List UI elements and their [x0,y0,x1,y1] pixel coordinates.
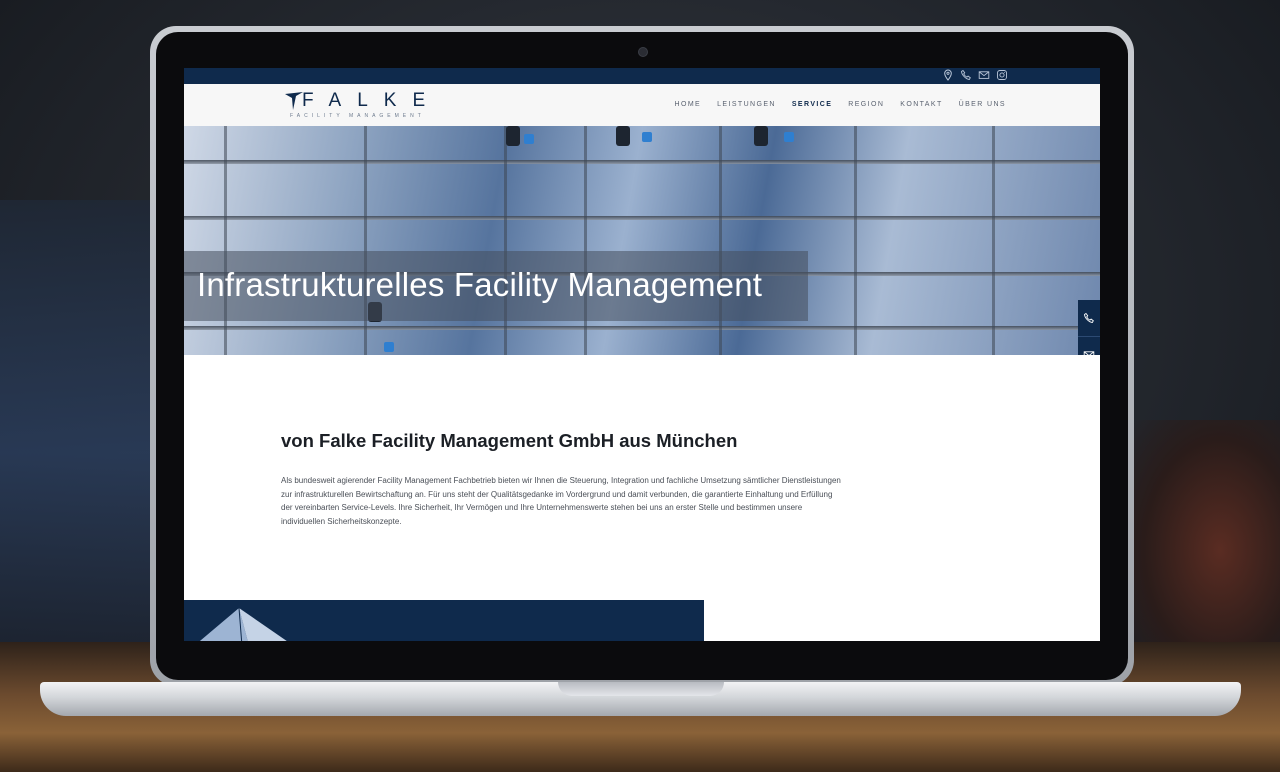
hero-title: Infrastrukturelles Facility Management [197,266,763,303]
content-paragraph: Als bundesweit agierender Facility Manag… [281,476,841,526]
instagram-icon[interactable] [996,69,1008,82]
side-phone-button[interactable] [1078,300,1100,337]
content-subtitle: von Falke Facility Management GmbH aus M… [281,430,738,451]
window-cleaner [506,126,520,146]
facade-column [854,126,857,355]
building-graphic-icon [199,607,287,641]
bottom-teaser-block [184,600,704,641]
nav-service[interactable]: SERVICE [792,101,832,108]
facade-beam [184,216,1100,220]
logo-wordmark: FALKE [302,90,442,111]
website-screen: FALKE FACILITY MANAGEMENT HOME LEISTUNGE… [184,68,1100,641]
camera-icon [638,47,648,57]
window-cleaner [754,126,768,146]
nav-region[interactable]: REGION [848,101,884,108]
mail-icon [1083,351,1095,355]
falcon-logo-icon [285,92,303,110]
window-cleaner [616,126,630,146]
site-header: FALKE FACILITY MANAGEMENT HOME LEISTUNGE… [184,84,1100,126]
facade-beam [184,160,1100,164]
facade-column [992,126,995,355]
background-blur-right [1130,420,1280,680]
main-nav: HOME LEISTUNGEN SERVICE REGION KONTAKT Ü… [675,101,1006,108]
logo-subtitle: FACILITY MANAGEMENT [290,113,425,119]
phone-icon[interactable] [960,69,972,82]
mail-icon[interactable] [978,69,990,82]
top-contact-bar [184,68,1100,84]
nav-leistungen[interactable]: LEISTUNGEN [717,101,776,108]
bucket [784,132,794,142]
bucket [524,134,534,144]
hero-banner: Infrastrukturelles Facility Management [184,126,1100,355]
facade-beam [184,326,1100,330]
nav-ueber-uns[interactable]: ÜBER UNS [959,101,1006,108]
side-contact-buttons [1078,300,1100,355]
nav-kontakt[interactable]: KONTAKT [900,101,942,108]
bucket [642,132,652,142]
side-mail-button[interactable] [1078,337,1100,355]
phone-icon [1084,312,1094,323]
bucket [384,342,394,352]
nav-home[interactable]: HOME [675,101,702,108]
location-pin-icon[interactable] [942,69,954,82]
laptop-notch [558,682,724,696]
